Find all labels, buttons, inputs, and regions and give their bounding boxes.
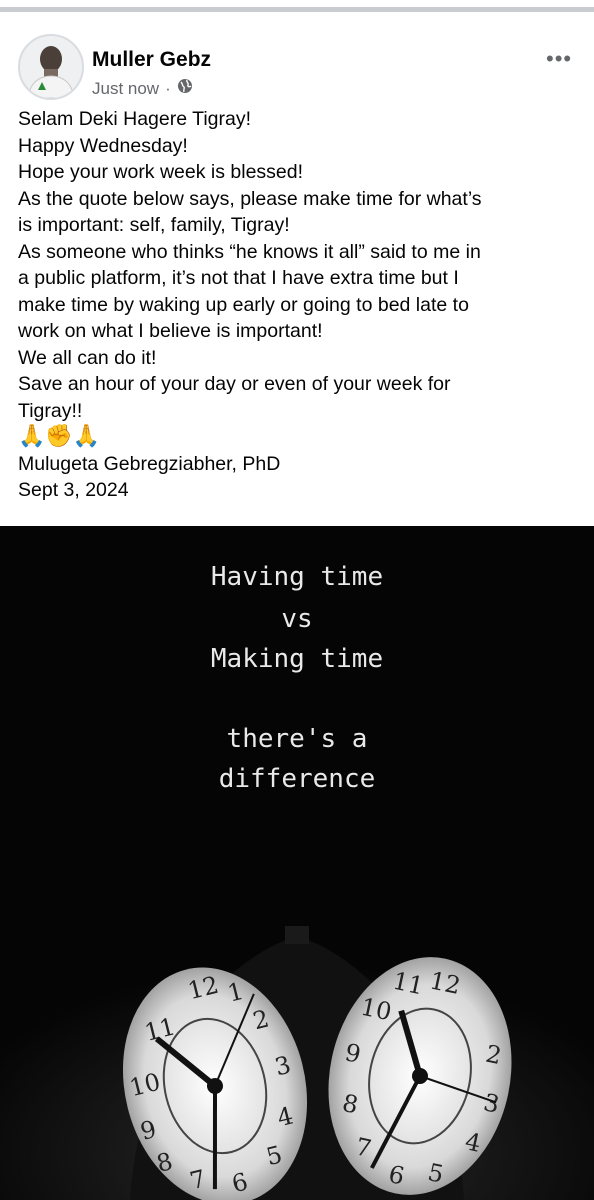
post-line: Tigray!! [18,399,83,422]
more-options-icon[interactable]: ••• [546,48,572,70]
post-meta: Just now · [92,78,193,99]
post-line: a public platform, it’s not that I have … [18,267,459,289]
post-line: make time by waking up early or going to… [18,293,469,316]
post-line: Happy Wednesday! [18,134,188,157]
meta-separator: · [165,78,171,98]
post-line: Save an hour of your day or even of your… [18,373,451,395]
top-bar [0,0,594,12]
post-time[interactable]: Just now [92,79,159,99]
globe-icon [177,78,193,99]
post-line: Selam Deki Hagere Tigray! [18,108,252,130]
post-line: We all can do it! [18,346,157,369]
post-line: work on what I believe is important! [18,320,323,342]
post-line: As someone who thinks “he knows it all” … [18,240,481,263]
post-header: Muller Gebz Just now · ••• [0,12,594,102]
post-image[interactable]: Having time vs Making time there's a dif… [0,526,594,1200]
author-name[interactable]: Muller Gebz [92,48,211,72]
signature: Mulugeta Gebregziabher, PhD [18,452,281,475]
clocks-illustration: 12 1 2 3 4 5 6 7 8 9 10 11 12 11 10 9 8 … [0,886,594,1200]
avatar[interactable] [18,34,84,100]
avatar-image [20,36,82,98]
post-line: is important: self, family, Tigray! [18,214,290,236]
post-line: Hope your work week is blessed! [18,161,304,183]
emoji-line: 🙏✊🙏 [18,424,101,449]
post-text: Selam Deki Hagere Tigray! Happy Wednesda… [18,106,578,504]
post-date: Sept 3, 2024 [18,479,129,501]
post-line: As the quote below says, please make tim… [18,187,482,210]
